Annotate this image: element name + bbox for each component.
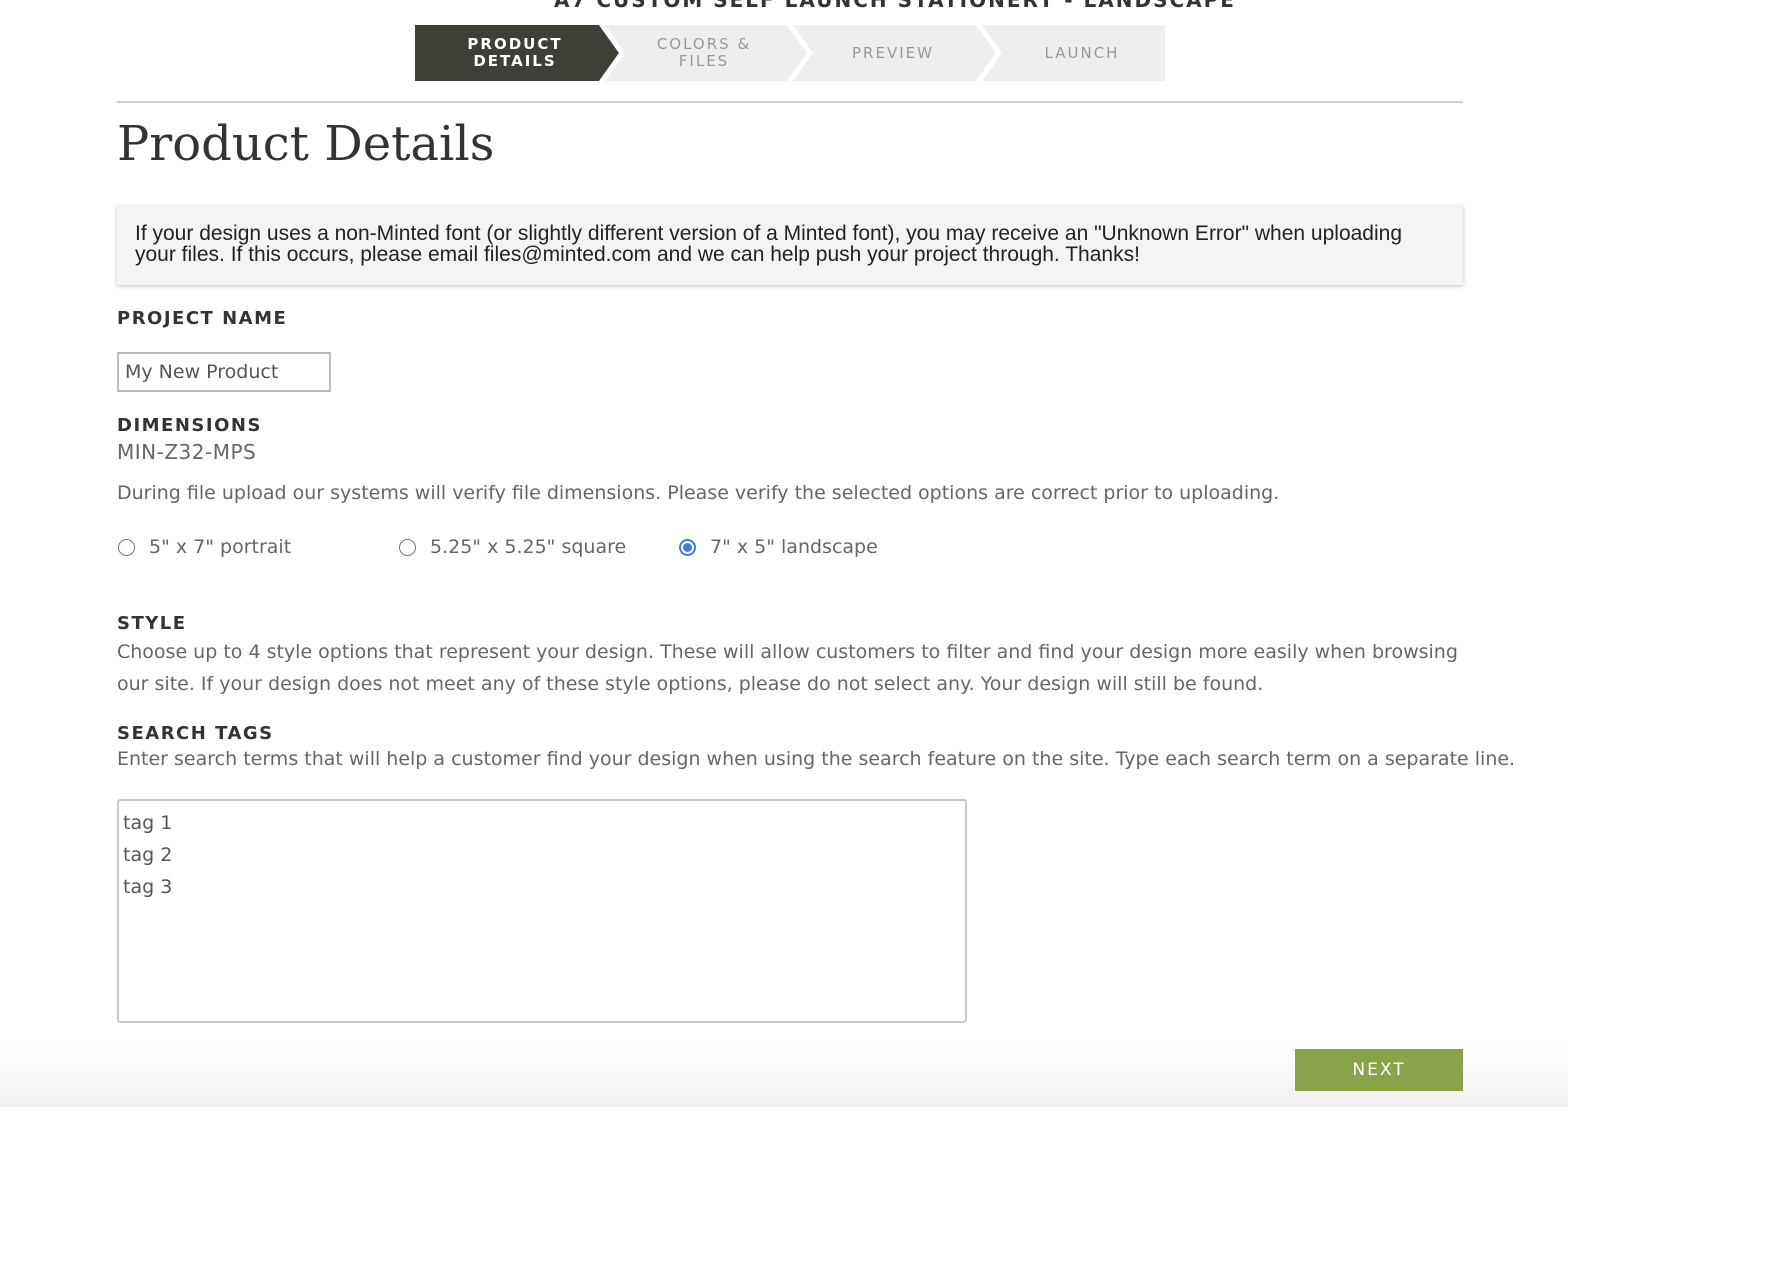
step-label: LAUNCH: [1044, 43, 1120, 62]
style-label: STYLE: [117, 613, 187, 634]
dimensions-code: MIN-Z32-MPS: [117, 440, 257, 464]
next-button[interactable]: NEXT: [1295, 1049, 1463, 1091]
dimension-option-square[interactable]: 5.25" x 5.25" square: [399, 534, 626, 560]
step-product-details[interactable]: PRODUCT DETAILS: [421, 25, 609, 81]
search-tags-description: Enter search terms that will help a cust…: [117, 748, 1516, 770]
radio-button[interactable]: [118, 538, 135, 556]
style-description: Choose up to 4 style options that repres…: [117, 641, 1458, 695]
page-header-title: A7 CUSTOM SELF LAUNCH STATIONERY - LANDS…: [554, 0, 1236, 12]
tag-line: tag 2: [123, 844, 173, 866]
page-title: Product Details: [117, 116, 495, 172]
step-preview[interactable]: PREVIEW: [799, 25, 987, 81]
step-label: PRODUCT DETAILS: [467, 35, 563, 70]
dimension-option-landscape[interactable]: 7" x 5" landscape: [679, 534, 878, 560]
step-label: PREVIEW: [852, 43, 934, 62]
dimension-option-portrait[interactable]: 5" x 7" portrait: [118, 534, 291, 560]
project-name-input[interactable]: My New Product: [117, 352, 331, 392]
dimension-option-label: 5.25" x 5.25" square: [430, 536, 627, 558]
search-tags-textarea[interactable]: tag 1 tag 2 tag 3: [117, 799, 967, 1023]
dimension-option-label: 7" x 5" landscape: [710, 536, 878, 558]
font-warning-notice: If your design uses a non-Minted font (o…: [117, 206, 1463, 285]
header-divider: [117, 101, 1463, 103]
radio-dot: [683, 542, 692, 552]
radio-button-selected[interactable]: [679, 538, 696, 556]
progress-stepper: PRODUCT DETAILS COLORS & FILES PREVIEW L…: [415, 25, 1165, 81]
project-name-label: PROJECT NAME: [117, 308, 288, 329]
step-colors-files[interactable]: COLORS & FILES: [610, 25, 798, 81]
dimensions-description: During file upload our systems will veri…: [117, 482, 1280, 504]
tag-line: tag 1: [123, 812, 173, 834]
step-label: COLORS & FILES: [656, 35, 752, 70]
tag-line: tag 3: [123, 876, 173, 898]
step-launch[interactable]: LAUNCH: [988, 25, 1176, 81]
radio-button[interactable]: [399, 538, 416, 556]
search-tags-label: SEARCH TAGS: [117, 723, 274, 744]
dimension-option-label: 5" x 7" portrait: [149, 536, 292, 558]
dimensions-label: DIMENSIONS: [117, 415, 262, 436]
